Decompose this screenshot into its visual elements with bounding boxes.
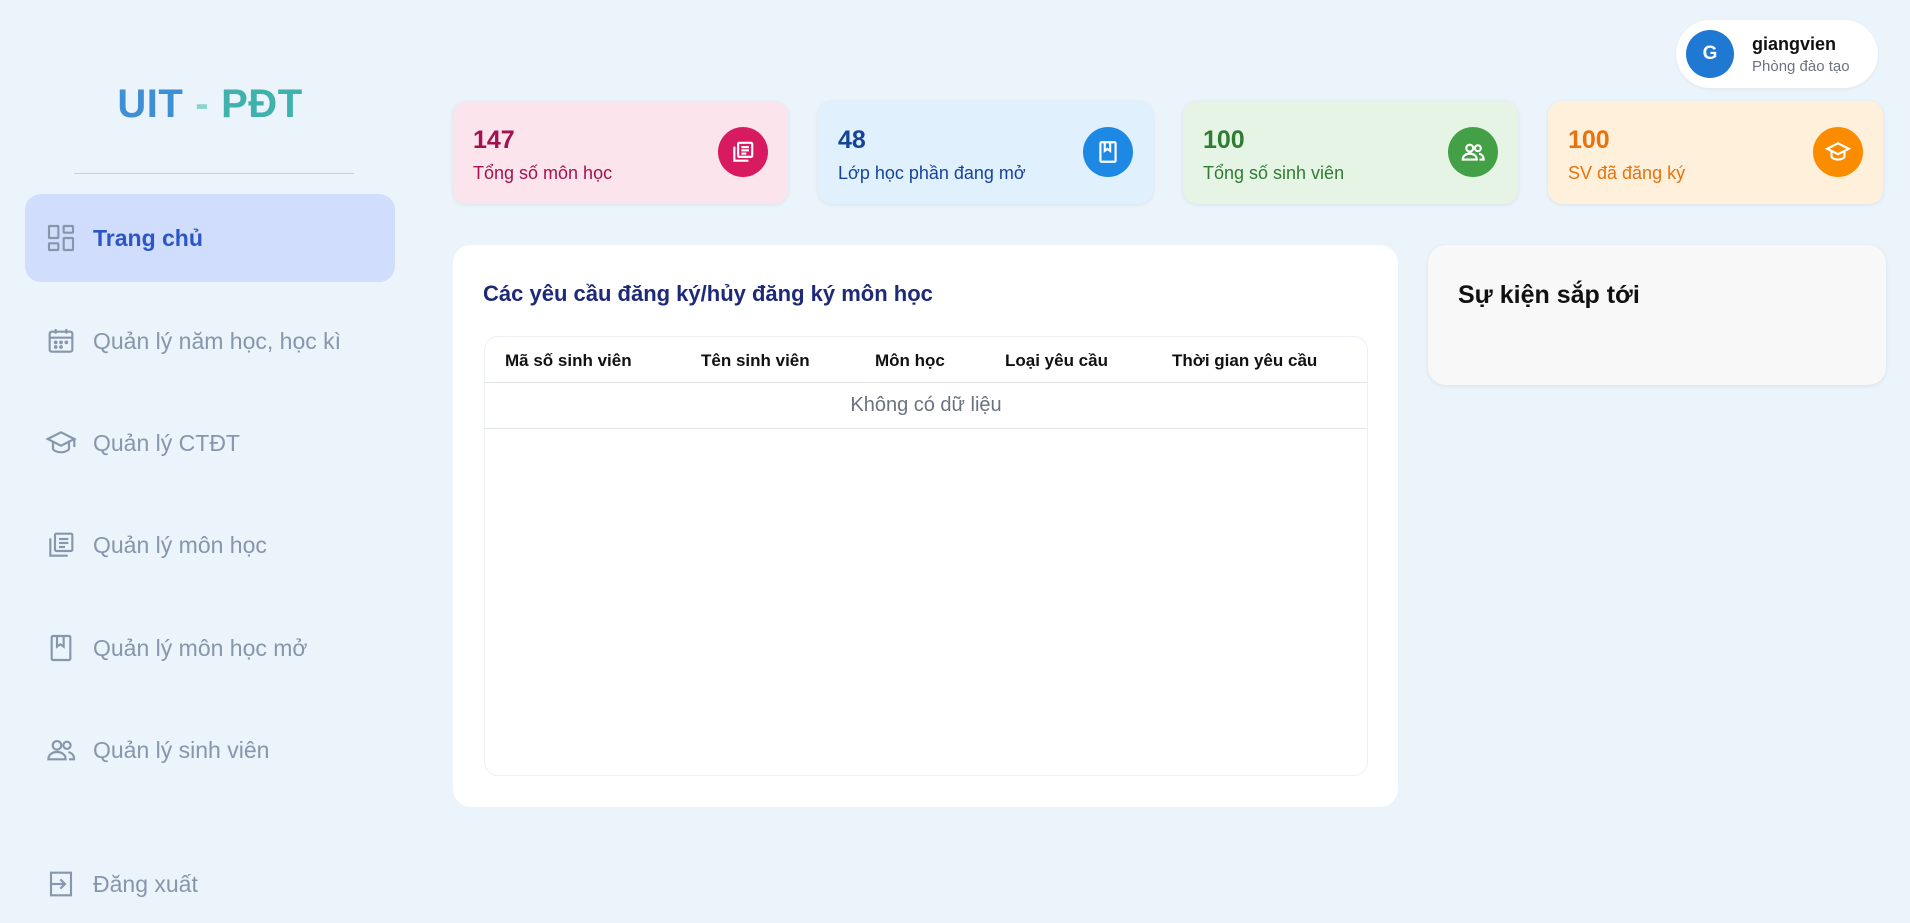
avatar: G (1686, 30, 1734, 78)
sidebar-item-label: Quản lý môn học mở (93, 634, 308, 661)
sidebar-item-label: Quản lý năm học, học kì (93, 327, 342, 354)
sidebar-item-label: Quản lý CTĐT (93, 429, 240, 456)
sidebar-item-academic-year[interactable]: Quản lý năm học, học kì (25, 297, 395, 385)
sidebar-item-label: Trang chủ (93, 224, 203, 251)
events-panel: Sự kiện sắp tới (1428, 245, 1886, 385)
graduation-cap-icon (43, 425, 79, 461)
user-info: giangvien Phòng đào tạo (1752, 34, 1850, 75)
table-empty-row: Không có dữ liệu (485, 383, 1367, 429)
requests-table: Mã số sinh viên Tên sinh viên Môn học Lo… (484, 336, 1368, 776)
logout-label: Đăng xuất (93, 870, 198, 897)
people-icon (43, 732, 79, 768)
sidebar-item-students[interactable]: Quản lý sinh viên (25, 706, 395, 794)
people-icon (1448, 127, 1498, 177)
stat-card-students: 100 Tổng số sinh viên (1183, 101, 1518, 204)
column-header-student-name[interactable]: Tên sinh viên (701, 351, 810, 371)
dashboard-icon (43, 220, 79, 256)
library-books-icon (718, 127, 768, 177)
logo-pdt: PĐT (221, 82, 303, 126)
sidebar-item-curriculum[interactable]: Quản lý CTĐT (25, 399, 395, 487)
app-logo: UIT - PĐT (0, 82, 420, 127)
logo-separator: - (195, 82, 210, 126)
column-header-request-type[interactable]: Loại yêu cầu (1005, 351, 1108, 371)
user-menu[interactable]: G giangvien Phòng đào tạo (1676, 20, 1878, 88)
column-header-course[interactable]: Môn học (875, 351, 945, 371)
logout-icon (43, 866, 79, 902)
sidebar-item-label: Quản lý sinh viên (93, 736, 270, 763)
sidebar-item-home[interactable]: Trang chủ (25, 194, 395, 282)
user-name: giangvien (1752, 33, 1837, 54)
stat-card-open-classes: 48 Lớp học phần đang mở (818, 101, 1153, 204)
bookmark-book-icon (43, 630, 79, 666)
events-title: Sự kiện sắp tới (1458, 281, 1640, 309)
requests-panel: Các yêu cầu đăng ký/hủy đăng ký môn học … (453, 245, 1398, 807)
logo-divider (74, 173, 354, 174)
sidebar: UIT - PĐT Trang chủ Quản lý năm học, học k… (0, 0, 420, 923)
calendar-icon (43, 323, 79, 359)
column-header-request-time[interactable]: Thời gian yêu cầu (1172, 351, 1317, 371)
stat-card-courses: 147 Tổng số môn học (453, 101, 788, 204)
requests-title: Các yêu cầu đăng ký/hủy đăng ký môn học (483, 281, 933, 306)
logout-button[interactable]: Đăng xuất (25, 840, 395, 923)
sidebar-item-open-courses[interactable]: Quản lý môn học mở (25, 604, 395, 692)
graduation-cap-icon (1813, 127, 1863, 177)
stat-card-registered: 100 SV đã đăng ký (1548, 101, 1883, 204)
logo-uit: UIT (117, 82, 184, 126)
user-role: Phòng đào tạo (1752, 57, 1850, 75)
column-header-student-id[interactable]: Mã số sinh viên (505, 351, 632, 371)
bookmark-book-icon (1083, 127, 1133, 177)
table-header: Mã số sinh viên Tên sinh viên Môn học Lo… (485, 337, 1367, 383)
sidebar-item-courses[interactable]: Quản lý môn học (25, 501, 395, 589)
sidebar-item-label: Quản lý môn học (93, 531, 267, 558)
library-books-icon (43, 527, 79, 563)
